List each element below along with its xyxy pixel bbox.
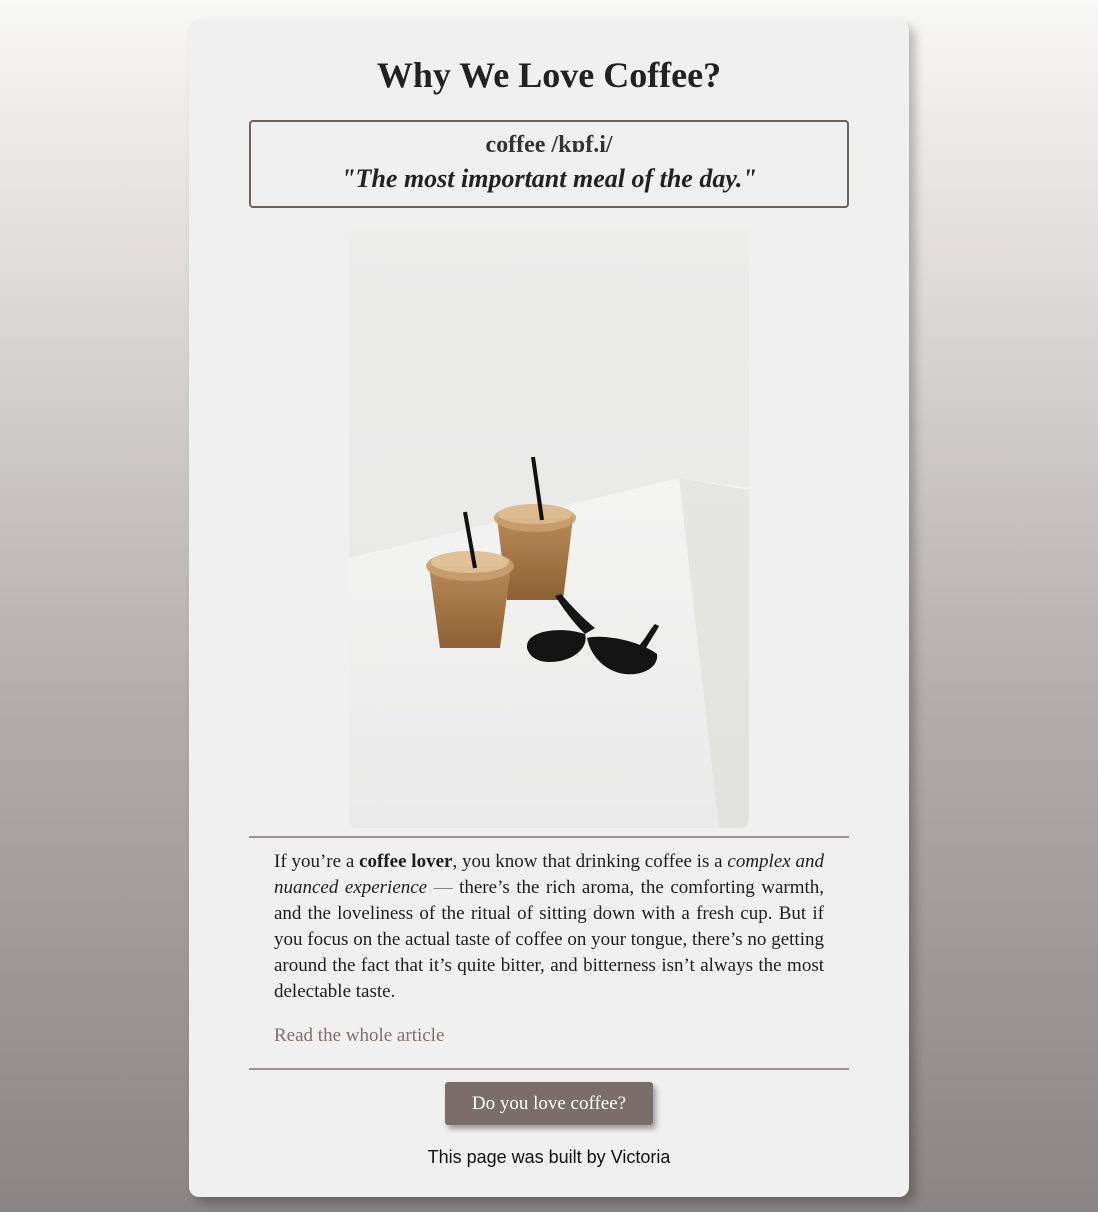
page-title: Why We Love Coffee? — [376, 55, 722, 95]
article-text-part: If you’re a — [274, 851, 360, 872]
article-bold-text: coffee lover — [359, 851, 453, 872]
article-paragraph: If you’re a coffee lover, you know that … — [274, 849, 824, 1005]
footer-credit: This page was built by Victoria — [427, 1147, 671, 1167]
article-dash: — — [427, 877, 460, 898]
divider-top — [249, 836, 849, 838]
definition-quote: "The most important meal of the day." — [341, 164, 757, 193]
love-coffee-button[interactable]: Do you love coffee? — [445, 1082, 653, 1125]
read-article-link[interactable]: Read the whole article — [274, 1025, 444, 1047]
definition-box: coffee /kɒf.i/ "The most important meal … — [249, 120, 849, 208]
main-card: Why We Love Coffee? coffee /kɒf.i/ "The … — [189, 20, 909, 1197]
coffee-photo-illustration — [349, 228, 749, 828]
definition-word: coffee /kɒf.i/ — [485, 132, 613, 158]
divider-bottom — [249, 1068, 849, 1070]
coffee-photo — [349, 228, 749, 828]
article-text-part: , you know that drinking coffee is a — [452, 851, 728, 872]
